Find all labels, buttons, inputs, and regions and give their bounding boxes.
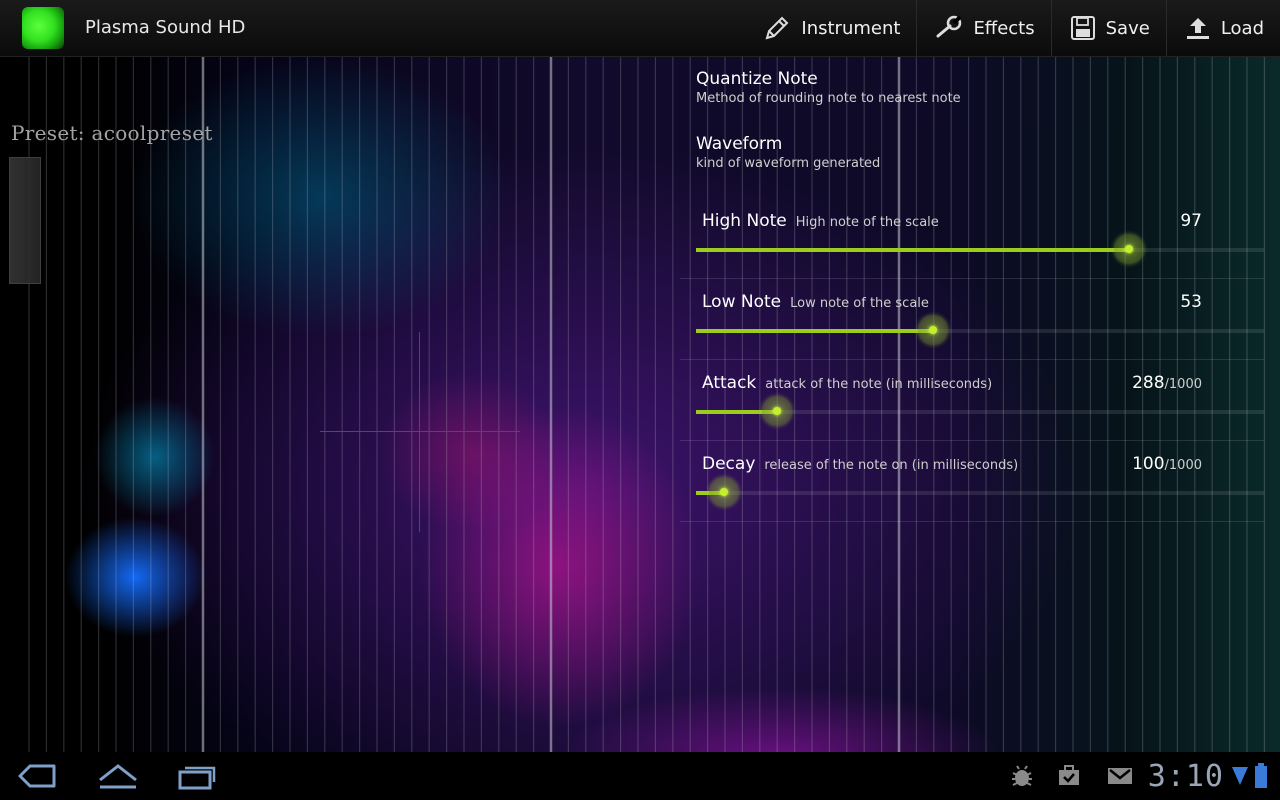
quantize-note-title: Quantize Note xyxy=(696,69,818,89)
quantize-note-pref[interactable]: Quantize Note Method of rounding note to… xyxy=(680,69,1264,106)
attack-title: Attack xyxy=(702,373,757,393)
attack-slider[interactable] xyxy=(696,396,1264,426)
instrument-label: Instrument xyxy=(801,17,901,39)
gmail-icon xyxy=(1107,768,1132,784)
high-note-slider-pref: High Note High note of the scale 97 xyxy=(680,197,1264,279)
wrench-icon xyxy=(936,15,962,38)
waveform-summary: kind of waveform generated xyxy=(696,156,881,171)
attack-slider-pref: Attack attack of the note (in millisecon… xyxy=(680,359,1264,441)
decay-title: Decay xyxy=(702,454,756,474)
high-note-slider-thumb[interactable] xyxy=(1113,234,1144,264)
decay-slider-thumb[interactable] xyxy=(708,477,739,507)
recent-apps-button[interactable] xyxy=(176,760,220,796)
decay-slider[interactable] xyxy=(696,477,1264,507)
save-button[interactable]: Save xyxy=(1050,0,1166,56)
instrument-button[interactable]: Instrument xyxy=(745,0,916,56)
back-icon xyxy=(18,764,56,788)
decay-desc: release of the note on (in milliseconds) xyxy=(764,458,1019,473)
system-bar: 3:10 xyxy=(0,752,1280,800)
battery-icon xyxy=(1255,763,1267,788)
waveform-title: Waveform xyxy=(696,134,783,154)
high-note-slider-fill xyxy=(696,248,1129,252)
attack-desc: attack of the note (in milliseconds) xyxy=(765,377,993,392)
attack-value: 288/1000 xyxy=(1132,373,1202,393)
upload-icon xyxy=(1186,18,1209,39)
app-title: Plasma Sound HD xyxy=(85,17,246,38)
pencil-icon xyxy=(765,16,789,40)
recent-apps-icon xyxy=(178,766,216,790)
low-note-slider-fill xyxy=(696,329,933,333)
touch-crosshair-vertical xyxy=(419,332,420,532)
quantize-note-summary: Method of rounding note to nearest note xyxy=(696,91,961,106)
low-note-title: Low Note xyxy=(702,292,782,312)
home-icon xyxy=(99,764,137,789)
back-button[interactable] xyxy=(16,760,58,796)
briefcase-check-icon xyxy=(1058,765,1079,785)
touch-crosshair-horizontal xyxy=(320,431,520,432)
clock: 3:10 xyxy=(1147,758,1224,794)
debug-bug-icon xyxy=(1011,765,1032,786)
waveform-pref[interactable]: Waveform kind of waveform generated xyxy=(680,134,1264,171)
decay-slider-pref: Decay release of the note on (in millise… xyxy=(680,440,1264,522)
action-bar: Plasma Sound HD Instrument Effects Save … xyxy=(0,0,1280,57)
high-note-slider[interactable] xyxy=(696,234,1264,264)
load-button[interactable]: Load xyxy=(1165,0,1280,56)
low-note-slider-pref: Low Note Low note of the scale 53 xyxy=(680,278,1264,360)
low-note-desc: Low note of the scale xyxy=(790,296,929,311)
floppy-disk-icon xyxy=(1070,16,1095,40)
save-label: Save xyxy=(1105,17,1150,39)
effects-button[interactable]: Effects xyxy=(916,0,1050,56)
low-note-value: 53 xyxy=(1180,292,1202,312)
action-buttons: Instrument Effects Save Load xyxy=(745,0,1280,56)
decay-value: 100/1000 xyxy=(1132,454,1202,474)
high-note-value: 97 xyxy=(1180,211,1202,231)
signal-icon xyxy=(1232,767,1248,785)
low-note-slider-thumb[interactable] xyxy=(917,315,948,345)
low-note-slider[interactable] xyxy=(696,315,1264,345)
preset-label: Preset: acoolpreset xyxy=(11,121,213,145)
status-area[interactable]: 3:10 xyxy=(1008,752,1280,800)
load-label: Load xyxy=(1220,17,1264,39)
high-note-desc: High note of the scale xyxy=(795,215,939,230)
effects-label: Effects xyxy=(973,17,1035,39)
home-button[interactable] xyxy=(96,760,140,796)
preset-scroll-handle[interactable] xyxy=(9,157,41,284)
app-logo-icon[interactable] xyxy=(22,7,64,49)
high-note-title: High Note xyxy=(702,211,787,231)
attack-slider-thumb[interactable] xyxy=(762,396,793,426)
